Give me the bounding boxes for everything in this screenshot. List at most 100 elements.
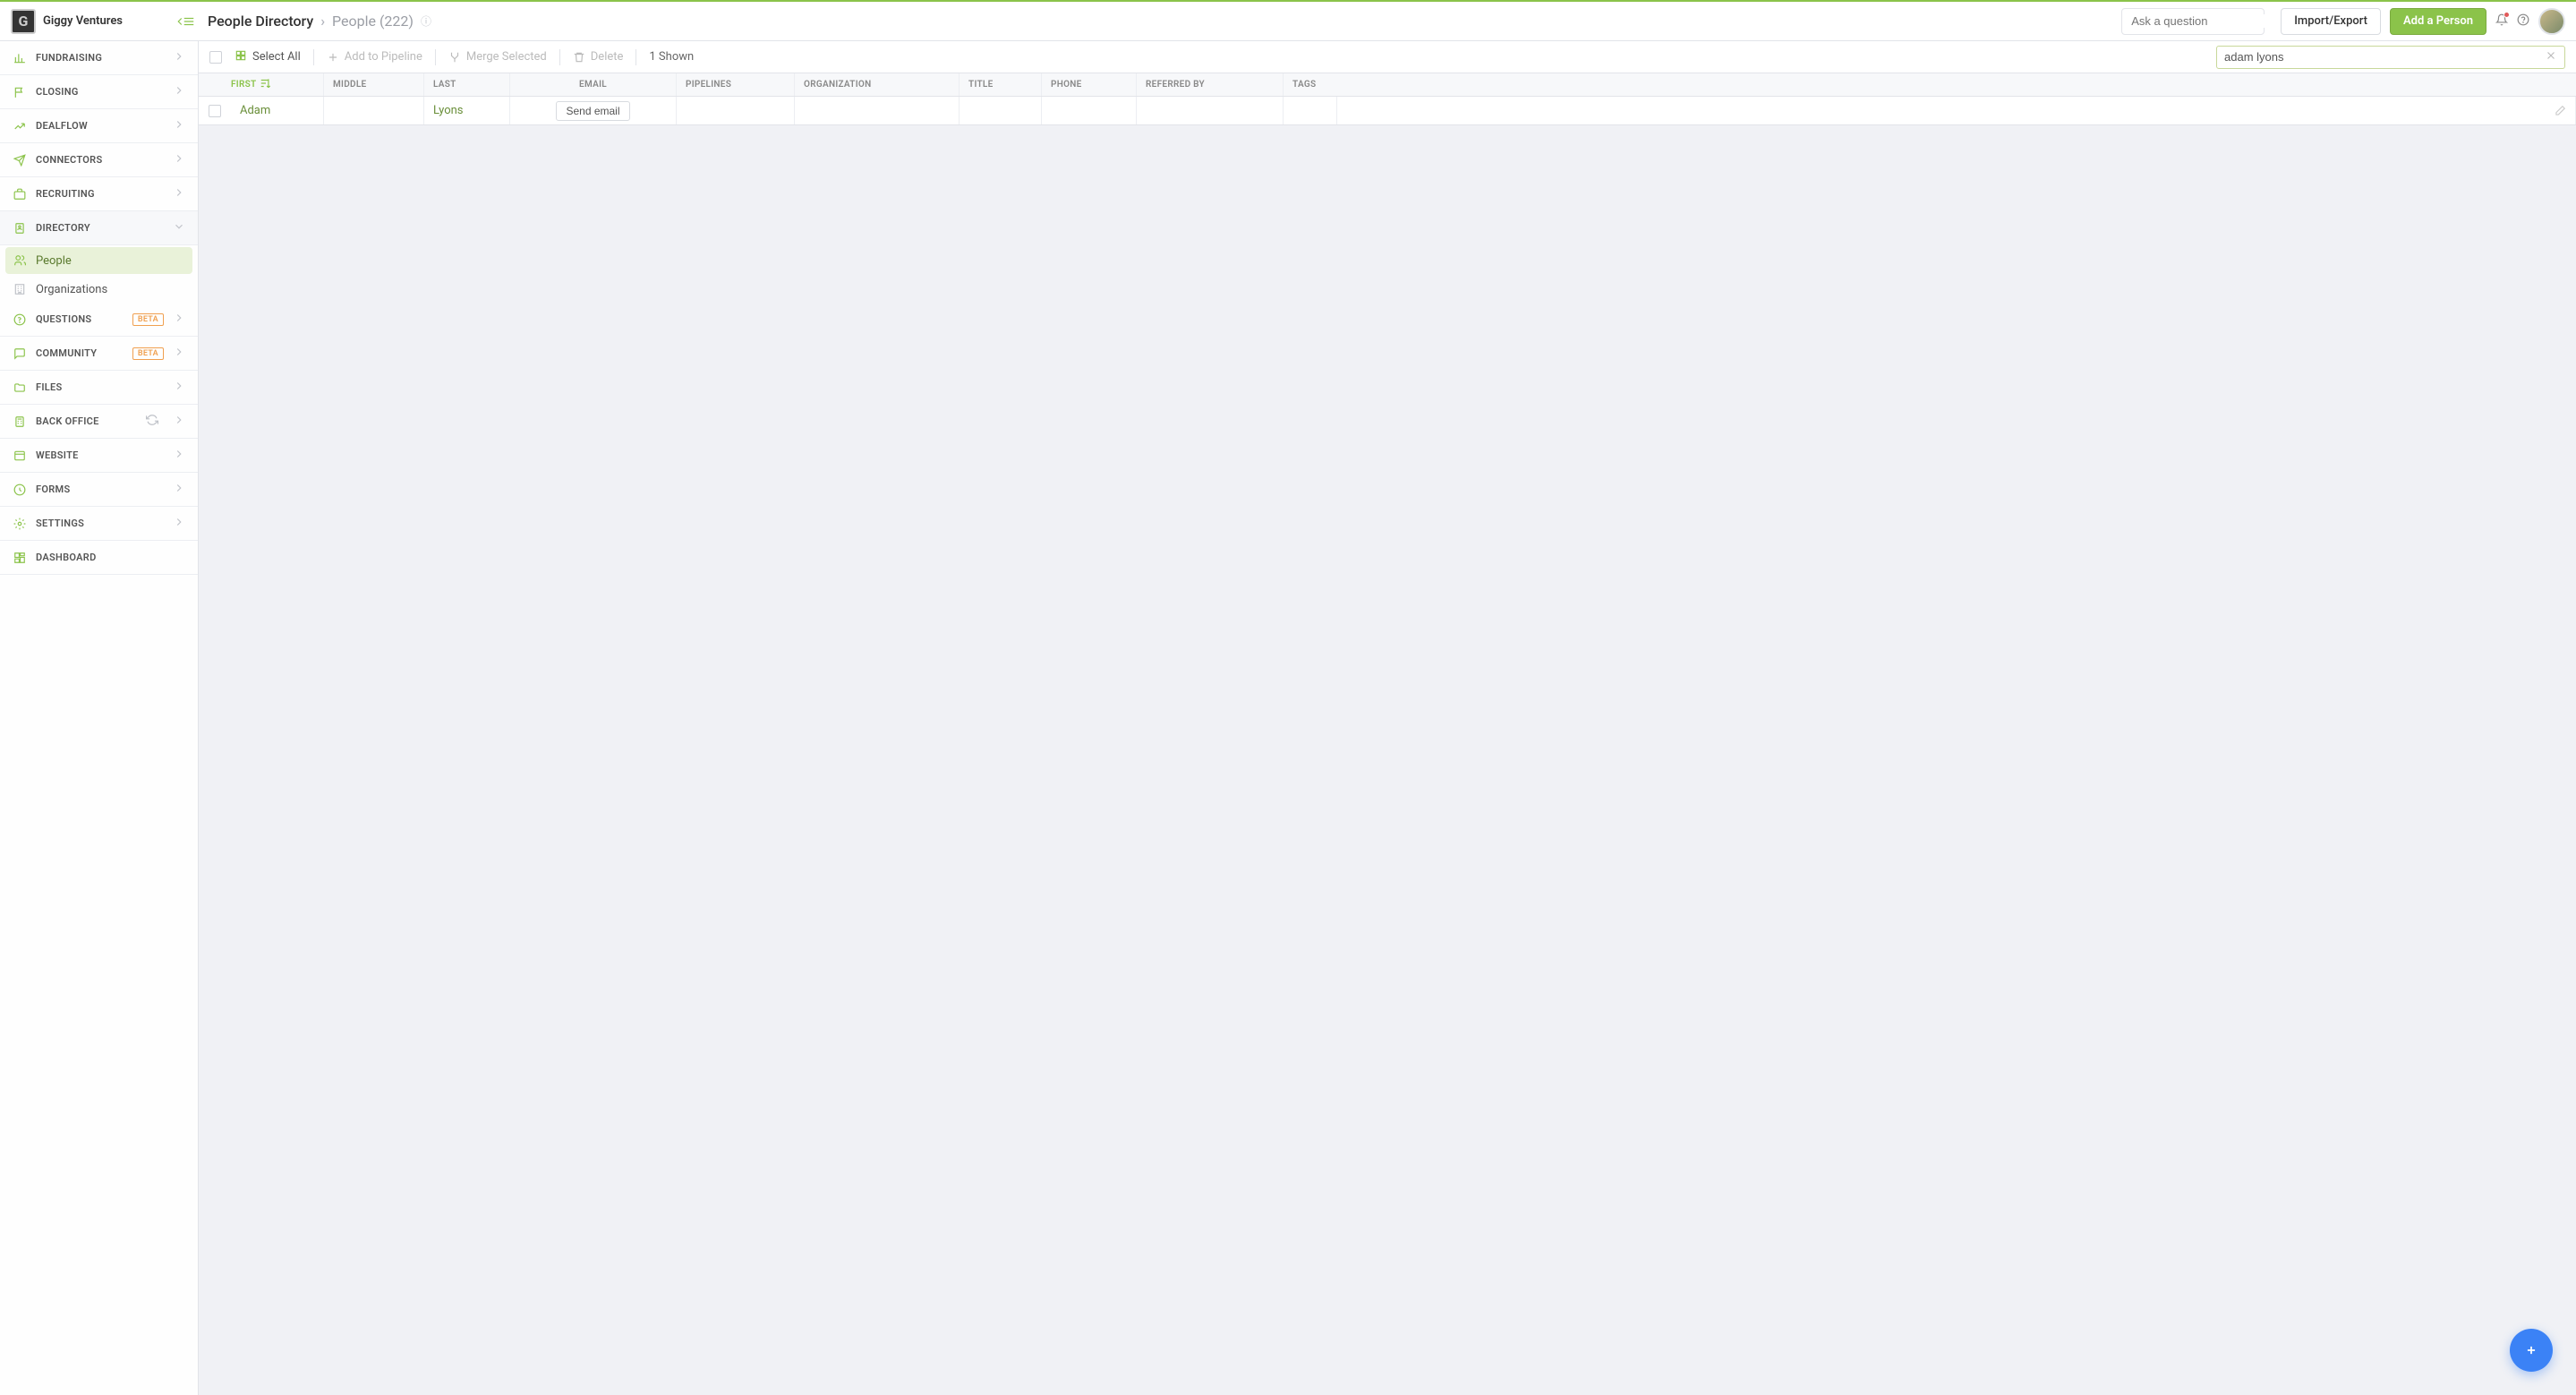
sidebar-item-directory[interactable]: DIRECTORY: [0, 211, 198, 245]
sidebar-subitem-people[interactable]: People: [5, 247, 192, 274]
building-icon: [13, 283, 27, 295]
send-email-button[interactable]: Send email: [556, 101, 629, 121]
col-middle[interactable]: MIDDLE: [324, 73, 424, 96]
trash-icon: [573, 51, 585, 64]
sidebar-item-recruiting[interactable]: RECRUITING: [0, 177, 198, 211]
fab-add-button[interactable]: [2510, 1329, 2553, 1372]
info-icon[interactable]: ⓘ: [421, 13, 431, 29]
row-checkbox-wrap: [199, 105, 231, 117]
cell-pipelines: [677, 97, 795, 124]
sidebar-item-label: DIRECTORY: [36, 222, 164, 234]
brand-name: Giggy Ventures: [43, 14, 123, 28]
col-tags[interactable]: TAGS: [1284, 73, 1337, 96]
sidebar-item-label: COMMUNITY: [36, 347, 120, 359]
window-icon: [13, 449, 27, 462]
table-toolbar: Select All Add to Pipeline Merge Selecte…: [199, 41, 2576, 73]
merge-icon: [448, 51, 461, 64]
menu-icon: [183, 15, 195, 28]
cell-last: Lyons: [424, 97, 510, 124]
beta-badge: BETA: [132, 347, 164, 360]
col-phone[interactable]: PHONE: [1042, 73, 1137, 96]
select-all-checkbox[interactable]: [209, 51, 222, 64]
briefcase-icon: [13, 188, 27, 201]
trend-icon: [13, 120, 27, 133]
col-organization[interactable]: ORGANIZATION: [795, 73, 960, 96]
chevron-right-icon: ›: [320, 13, 325, 30]
sidebar-item-fundraising[interactable]: FUNDRAISING: [0, 41, 198, 75]
global-search-input[interactable]: [2131, 14, 2289, 28]
table-search-input[interactable]: [2224, 50, 2545, 64]
col-referred-by[interactable]: REFERRED BY: [1137, 73, 1284, 96]
row-checkbox[interactable]: [209, 105, 221, 117]
col-first[interactable]: FIRST: [199, 73, 324, 96]
flag-icon: [13, 86, 27, 98]
main-content: Select All Add to Pipeline Merge Selecte…: [199, 41, 2576, 1395]
sidebar-item-label: WEBSITE: [36, 449, 164, 461]
sidebar-item-label: FUNDRAISING: [36, 52, 164, 64]
form-icon: [13, 484, 27, 496]
sidebar-item-back-office[interactable]: BACK OFFICE: [0, 405, 198, 439]
sidebar-collapse-button[interactable]: [174, 15, 195, 28]
chevron-down-icon: [173, 220, 185, 235]
add-to-pipeline-button[interactable]: Add to Pipeline: [327, 50, 422, 64]
delete-button[interactable]: Delete: [573, 50, 624, 64]
sidebar-item-label: CONNECTORS: [36, 154, 164, 166]
sidebar-item-label: SETTINGS: [36, 518, 164, 529]
sidebar-item-questions[interactable]: QUESTIONSBETA: [0, 303, 198, 337]
sidebar-item-closing[interactable]: CLOSING: [0, 75, 198, 109]
sidebar-item-label: FILES: [36, 381, 164, 393]
folder-icon: [13, 381, 27, 394]
select-all-button[interactable]: Select All: [235, 49, 301, 65]
sidebar-item-connectors[interactable]: CONNECTORS: [0, 143, 198, 177]
table-row[interactable]: Adam Lyons Send email: [199, 97, 2576, 125]
sort-icon: [260, 77, 272, 92]
cell-email: Send email: [510, 97, 677, 124]
sidebar-item-community[interactable]: COMMUNITY BETA: [0, 337, 198, 371]
import-export-button[interactable]: Import/Export: [2281, 8, 2381, 35]
gear-icon: [13, 518, 27, 530]
merge-button[interactable]: Merge Selected: [448, 50, 547, 64]
topbar: G Giggy Ventures People Directory › Peop…: [0, 2, 2576, 41]
table-search[interactable]: [2216, 46, 2565, 69]
col-title[interactable]: TITLE: [960, 73, 1042, 96]
people-icon: [13, 254, 27, 267]
beta-badge: BETA: [132, 313, 164, 326]
topbar-actions: Import/Export Add a Person: [2281, 8, 2565, 35]
sidebar-item-dealflow[interactable]: DEALFLOW: [0, 109, 198, 143]
sidebar-item-files[interactable]: FILES: [0, 371, 198, 405]
sidebar-subitem-organizations[interactable]: Organizations: [0, 276, 198, 303]
sidebar-item-settings[interactable]: SETTINGS: [0, 507, 198, 541]
sidebar-item-forms[interactable]: FORMS: [0, 473, 198, 507]
user-avatar[interactable]: [2538, 8, 2565, 35]
table-header: FIRST MIDDLE LAST EMAIL PIPELINES ORGANI…: [199, 73, 2576, 97]
cell-edit: [1337, 97, 2576, 124]
col-last[interactable]: LAST: [424, 73, 510, 96]
chevron-right-icon: [173, 414, 185, 429]
col-pipelines[interactable]: PIPELINES: [677, 73, 795, 96]
first-name-link[interactable]: Adam: [240, 104, 270, 117]
dashboard-icon: [13, 552, 27, 564]
x-icon: [2545, 49, 2557, 62]
help-button[interactable]: [2517, 13, 2529, 30]
sidebar-item-website[interactable]: WEBSITE: [0, 439, 198, 473]
add-person-button[interactable]: Add a Person: [2390, 8, 2486, 35]
last-name-link[interactable]: Lyons: [433, 104, 464, 117]
notifications-button[interactable]: [2495, 13, 2508, 30]
chevron-right-icon: [173, 50, 185, 65]
sidebar-item-label: BACK OFFICE: [36, 415, 137, 427]
chevron-right-icon: [173, 84, 185, 99]
divider: [435, 49, 436, 65]
chevron-right-icon: [173, 482, 185, 497]
clear-search-button[interactable]: [2545, 49, 2557, 65]
chevron-right-icon: [173, 346, 185, 361]
sidebar-item-label: RECRUITING: [36, 188, 164, 200]
col-email[interactable]: EMAIL: [510, 73, 677, 96]
shown-count: 1 Shown: [649, 50, 694, 64]
edit-icon[interactable]: [2554, 105, 2566, 117]
sidebar-item-dashboard[interactable]: DASHBOARD: [0, 541, 198, 575]
chevron-right-icon: [173, 152, 185, 167]
global-search[interactable]: [2121, 8, 2265, 35]
plane-icon: [13, 154, 27, 167]
breadcrumb-root[interactable]: People Directory: [208, 13, 313, 30]
notification-dot: [2503, 12, 2510, 18]
